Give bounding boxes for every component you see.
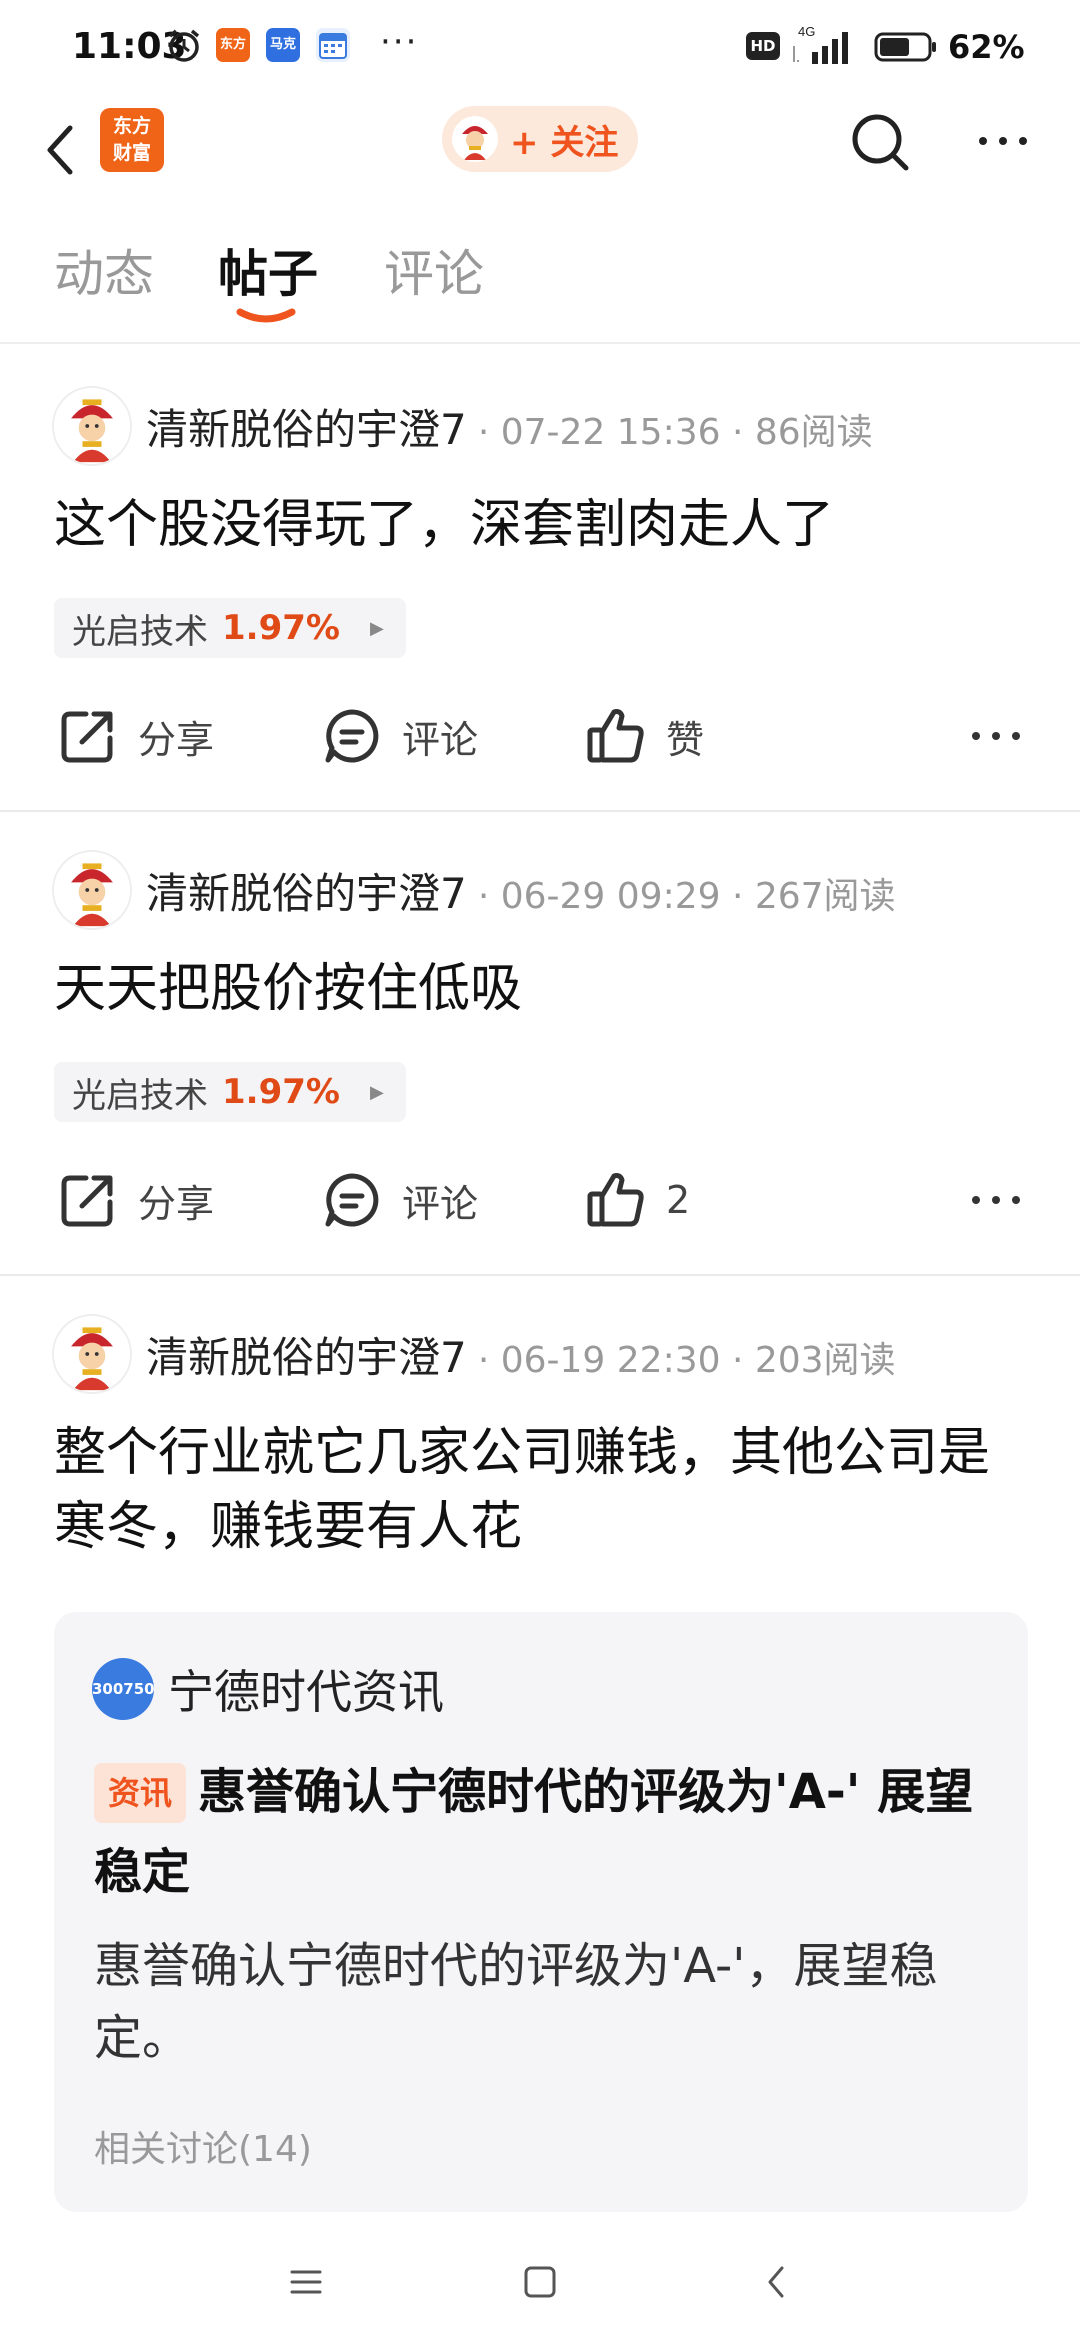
like-button[interactable]: 2 — [584, 1168, 690, 1232]
comment-label: 评论 — [402, 1181, 479, 1226]
active-tab-indicator — [236, 308, 296, 323]
alarm-icon — [168, 29, 200, 62]
share-icon — [61, 711, 113, 763]
stock-name: 光启技术 — [72, 1075, 208, 1116]
battery-icon — [874, 32, 936, 62]
avatar[interactable] — [52, 1314, 132, 1394]
share-button[interactable]: 分享 — [56, 704, 214, 768]
system-nav-bar — [0, 2220, 1080, 2340]
menu-icon[interactable] — [284, 2260, 328, 2304]
comment-button[interactable]: 评论 — [320, 704, 478, 768]
author-name[interactable]: 清新脱俗的宇澄7 — [146, 405, 467, 454]
comment-icon — [325, 709, 379, 763]
post-meta: · 06-29 09:29 · 267阅读 — [477, 876, 896, 917]
battery-percent: 62% — [948, 28, 1025, 66]
tab-bar: 动态 帖子 评论 — [0, 216, 1080, 344]
post-card[interactable]: 清新脱俗的宇澄7 · 07-22 15:36 · 86阅读 这个股没得玩了，深套… — [0, 346, 1080, 810]
share-label: 分享 — [138, 717, 215, 762]
related-discussion-link[interactable]: 相关讨论(14) — [94, 2120, 312, 2172]
like-label: 赞 — [666, 717, 705, 762]
news-card[interactable]: 300750 宁德时代资讯 资讯 惠誉确认宁德时代的评级为'A-' 展望稳定 惠誉… — [54, 1612, 1028, 2212]
thumbs-up-icon — [587, 1173, 644, 1227]
play-arrow-icon: ▶ — [369, 1081, 384, 1103]
status-bar: 11:03 东方 马克 ··· HD 4G 62% — [0, 0, 1080, 96]
more-horizontal-icon[interactable] — [968, 106, 1038, 176]
post-header: 清新脱俗的宇澄7 · 06-29 09:29 · 267阅读 — [146, 860, 896, 921]
comment-label: 评论 — [402, 717, 479, 762]
news-title-text: 惠誉确认宁德时代的评级为'A-' 展望稳定 — [94, 1764, 974, 1900]
app-notification-icon: 东方 — [216, 28, 250, 62]
hd-badge: HD — [746, 32, 780, 60]
post-header: 清新脱俗的宇澄7 · 06-19 22:30 · 203阅读 — [146, 1324, 896, 1385]
share-button[interactable]: 分享 — [56, 1168, 214, 1232]
post-meta: · 07-22 15:36 · 86阅读 — [477, 412, 873, 453]
stock-tag[interactable]: 光启技术 1.97% ▶ — [54, 1062, 406, 1122]
tab-dynamics[interactable]: 动态 — [54, 234, 154, 306]
home-icon[interactable] — [518, 2260, 562, 2304]
like-count: 2 — [666, 1178, 691, 1222]
follow-button[interactable]: + 关注 — [442, 106, 638, 172]
comment-button[interactable]: 评论 — [320, 1168, 478, 1232]
author-name[interactable]: 清新脱俗的宇澄7 — [146, 1333, 467, 1382]
share-icon — [61, 1175, 113, 1227]
logo-line-1: 东方 — [112, 115, 151, 137]
like-button[interactable]: 赞 — [584, 704, 704, 768]
play-arrow-icon: ▶ — [369, 617, 384, 639]
stock-name: 光启技术 — [72, 611, 208, 652]
more-horizontal-icon[interactable] — [966, 1180, 1026, 1220]
stock-change: 1.97% — [222, 608, 340, 648]
avatar[interactable] — [52, 386, 132, 466]
status-overflow: ··· — [380, 22, 419, 62]
post-card[interactable]: 清新脱俗的宇澄7 · 06-29 09:29 · 267阅读 天天把股价按住低吸… — [0, 812, 1080, 1274]
thumbs-up-icon — [587, 709, 644, 763]
stock-change: 1.97% — [222, 1072, 340, 1112]
avatar — [452, 116, 498, 162]
news-source-icon: 300750 — [92, 1658, 155, 1720]
tab-comments[interactable]: 评论 — [384, 234, 484, 306]
avatar[interactable] — [52, 850, 132, 930]
back-icon[interactable] — [756, 2260, 800, 2304]
news-title[interactable]: 资讯 惠誉确认宁德时代的评级为'A-' 展望稳定 — [94, 1752, 994, 1912]
follow-label: + 关注 — [510, 122, 619, 163]
app-screen: 11:03 东方 马克 ··· HD 4G 62% 东方 财富 + 关注 动态 … — [0, 0, 1080, 2340]
share-label: 分享 — [138, 1181, 215, 1226]
post-text[interactable]: 整个行业就它几家公司赚钱，其他公司是寒冬，赚钱要有人花 — [54, 1416, 1034, 1564]
comment-icon — [325, 1173, 379, 1227]
network-type: 4G — [798, 24, 815, 39]
post-meta: · 06-19 22:30 · 203阅读 — [477, 1340, 896, 1381]
news-source-name[interactable]: 宁德时代资讯 — [168, 1656, 444, 1722]
more-horizontal-icon[interactable] — [966, 716, 1026, 756]
top-nav-bar: 东方 财富 + 关注 — [0, 96, 1080, 216]
calendar-icon — [316, 28, 350, 62]
author-name[interactable]: 清新脱俗的宇澄7 — [146, 869, 467, 918]
tab-posts[interactable]: 帖子 — [218, 234, 318, 306]
post-text[interactable]: 天天把股价按住低吸 — [54, 952, 1034, 1026]
news-badge: 资讯 — [94, 1763, 187, 1823]
news-summary: 惠誉确认宁德时代的评级为'A-'，展望稳定。 — [94, 1938, 938, 2066]
logo-line-2: 财富 — [112, 142, 151, 164]
post-text[interactable]: 这个股没得玩了，深套割肉走人了 — [54, 488, 1034, 562]
app-logo[interactable]: 东方 财富 — [100, 108, 164, 172]
stock-tag[interactable]: 光启技术 1.97% ▶ — [54, 598, 406, 658]
signal-icon: 4G — [793, 24, 848, 64]
app-notification-icon: 马克 — [266, 28, 300, 62]
back-arrow-icon[interactable] — [36, 114, 86, 184]
post-header: 清新脱俗的宇澄7 · 07-22 15:36 · 86阅读 — [146, 396, 873, 457]
search-icon[interactable] — [846, 108, 916, 178]
